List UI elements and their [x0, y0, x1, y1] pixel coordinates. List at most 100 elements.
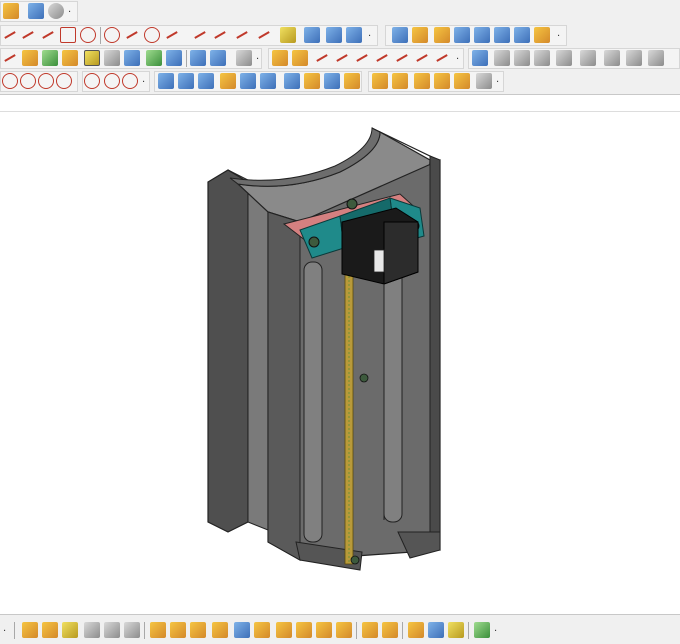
- dimension-icon[interactable]: [22, 50, 38, 66]
- view-right-icon[interactable]: [124, 622, 140, 638]
- view-top-icon[interactable]: [62, 622, 78, 638]
- view-front-icon[interactable]: [22, 622, 38, 638]
- chamfer-icon[interactable]: [256, 27, 272, 43]
- fillet-icon[interactable]: [234, 27, 250, 43]
- smooth-icon[interactable]: [334, 50, 350, 66]
- shade-icon[interactable]: [254, 622, 270, 638]
- torus-icon[interactable]: [190, 50, 206, 66]
- document-tool-icon[interactable]: [28, 3, 44, 19]
- rib-icon[interactable]: [494, 27, 510, 43]
- cad-model[interactable]: [0, 112, 680, 614]
- loft-icon[interactable]: [434, 27, 450, 43]
- extrude-icon[interactable]: [346, 27, 362, 43]
- surface-trim-icon[interactable]: [284, 73, 300, 89]
- rectangle-icon[interactable]: [60, 27, 76, 43]
- stitch-icon[interactable]: [556, 50, 572, 66]
- circle-tangent-icon[interactable]: [20, 73, 36, 89]
- perspective-icon[interactable]: [316, 622, 332, 638]
- surface-analyze-icon[interactable]: [414, 73, 430, 89]
- surface-loft-icon[interactable]: [220, 73, 236, 89]
- surface-analyze-icon[interactable]: [476, 73, 492, 89]
- measure-icon[interactable]: [272, 50, 288, 66]
- cylinder-icon[interactable]: [124, 50, 140, 66]
- thread-icon[interactable]: [534, 27, 550, 43]
- stitch-icon[interactable]: [534, 50, 550, 66]
- box-icon[interactable]: [104, 50, 120, 66]
- surface-fill-icon[interactable]: [260, 73, 276, 89]
- more-icon[interactable]: .: [496, 74, 499, 85]
- light-icon[interactable]: [336, 622, 352, 638]
- blend-icon[interactable]: [354, 50, 370, 66]
- rotate-icon[interactable]: [84, 50, 100, 66]
- section-icon[interactable]: [292, 50, 308, 66]
- model-viewport[interactable]: [0, 112, 680, 614]
- surface-blend-icon[interactable]: [198, 73, 214, 89]
- arc-icon[interactable]: [84, 73, 100, 89]
- surface-split-icon[interactable]: [344, 73, 360, 89]
- stitch-icon[interactable]: [494, 50, 510, 66]
- assembly-icon[interactable]: [210, 50, 226, 66]
- polygon-icon[interactable]: [144, 27, 160, 43]
- line-icon[interactable]: [40, 27, 56, 43]
- ellipse-icon[interactable]: [104, 27, 120, 43]
- surface-icon[interactable]: [394, 50, 410, 66]
- rotate-view-icon[interactable]: [212, 622, 228, 638]
- pattern-icon[interactable]: [326, 27, 342, 43]
- component-icon[interactable]: [236, 50, 252, 66]
- surface-ruled-icon[interactable]: [158, 73, 174, 89]
- more-icon[interactable]: .: [456, 51, 459, 62]
- offset-icon[interactable]: [280, 27, 296, 43]
- wireframe-icon[interactable]: [276, 622, 292, 638]
- circle-point-icon[interactable]: [2, 73, 18, 89]
- curve-icon[interactable]: [164, 27, 180, 43]
- more-icon[interactable]: .: [494, 623, 497, 634]
- more-icon[interactable]: .: [368, 28, 371, 39]
- shell-icon[interactable]: [454, 27, 470, 43]
- surface-offset-icon[interactable]: [324, 73, 340, 89]
- draft-icon[interactable]: [474, 27, 490, 43]
- view-bottom-icon[interactable]: [84, 622, 100, 638]
- hole-icon[interactable]: [514, 27, 530, 43]
- sweep-icon[interactable]: [412, 27, 428, 43]
- surface-boundary-icon[interactable]: [240, 73, 256, 89]
- material-icon[interactable]: [408, 622, 424, 638]
- circle-icon[interactable]: [80, 27, 96, 43]
- knit-icon[interactable]: [434, 50, 450, 66]
- material-icon[interactable]: [382, 622, 398, 638]
- bend-icon[interactable]: [374, 50, 390, 66]
- explode-icon[interactable]: [314, 50, 330, 66]
- render-sphere-icon[interactable]: [48, 3, 64, 19]
- surface-analyze-icon[interactable]: [434, 73, 450, 89]
- material-icon[interactable]: [428, 622, 444, 638]
- cone-icon[interactable]: [146, 50, 162, 66]
- sketch-tool-icon[interactable]: [3, 3, 19, 19]
- point-icon[interactable]: [2, 27, 18, 43]
- select-icon[interactable]: [42, 50, 58, 66]
- view-iso-icon[interactable]: [150, 622, 166, 638]
- move-icon[interactable]: [62, 50, 78, 66]
- export-icon[interactable]: [474, 622, 490, 638]
- view-back-icon[interactable]: [42, 622, 58, 638]
- more-icon[interactable]: .: [256, 51, 259, 62]
- thicken-icon[interactable]: [472, 50, 488, 66]
- patch-icon[interactable]: [414, 50, 430, 66]
- constraint-icon[interactable]: [2, 50, 18, 66]
- surface-sweep-icon[interactable]: [178, 73, 194, 89]
- more-icon[interactable]: .: [142, 74, 145, 85]
- stitch-icon[interactable]: [580, 50, 596, 66]
- arc-tangent-icon[interactable]: [104, 73, 120, 89]
- hidden-line-icon[interactable]: [296, 622, 312, 638]
- extend-icon[interactable]: [212, 27, 228, 43]
- stitch-icon[interactable]: [604, 50, 620, 66]
- stitch-icon[interactable]: [626, 50, 642, 66]
- fit-icon[interactable]: [234, 622, 250, 638]
- revolve-icon[interactable]: [392, 27, 408, 43]
- circle-center-icon[interactable]: [38, 73, 54, 89]
- sphere-icon[interactable]: [166, 50, 182, 66]
- view-left-icon[interactable]: [104, 622, 120, 638]
- circle-three-point-icon[interactable]: [56, 73, 72, 89]
- more-icon[interactable]: .: [3, 623, 6, 634]
- surface-edit-icon[interactable]: [392, 73, 408, 89]
- stitch-icon[interactable]: [648, 50, 664, 66]
- material-icon[interactable]: [448, 622, 464, 638]
